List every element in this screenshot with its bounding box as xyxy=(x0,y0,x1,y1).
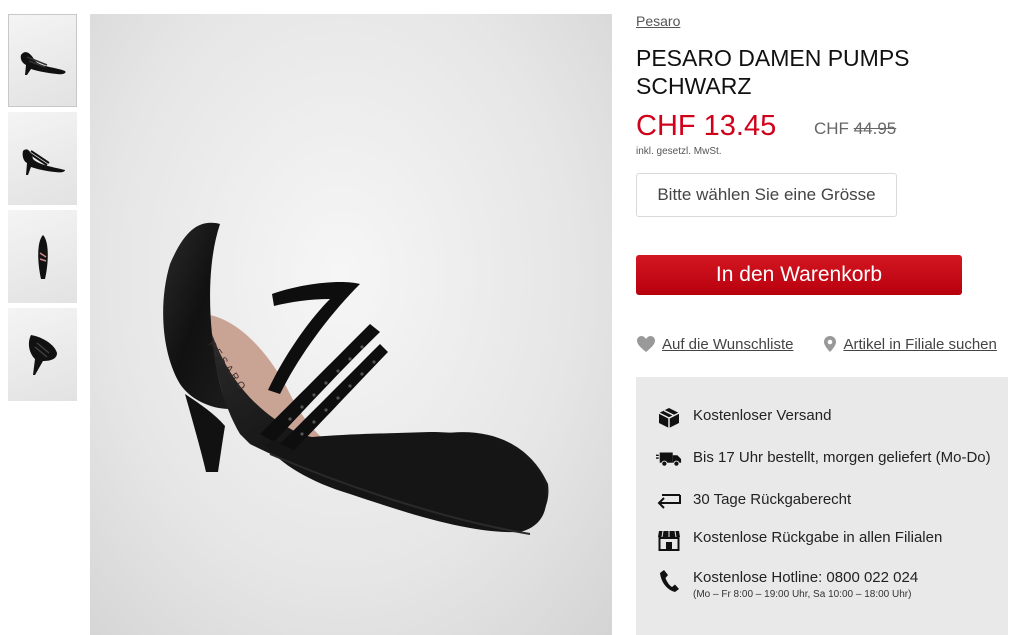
shoe-thumbnail-top xyxy=(37,234,48,279)
wishlist-link-wrap[interactable]: Auf die Wunschliste xyxy=(636,335,793,353)
benefit-text: Kostenlose Rückgabe in allen Filialen xyxy=(693,529,943,546)
add-to-cart-button[interactable]: In den Warenkorb xyxy=(636,255,962,295)
phone-icon xyxy=(660,570,679,592)
store-search-link-wrap[interactable]: Artikel in Filiale suchen xyxy=(823,335,997,353)
shoe-image: PESARO xyxy=(163,222,549,535)
benefit-free-shipping: Kostenloser Versand xyxy=(656,407,831,429)
heart-icon xyxy=(637,336,655,352)
thumbnail-list xyxy=(8,14,77,406)
benefits-panel: Kostenloser Versand Bis 17 Uhr bestellt,… xyxy=(636,377,1008,635)
add-to-cart-label: In den Warenkorb xyxy=(715,263,883,286)
benefit-store-return: Kostenlose Rückgabe in allen Filialen xyxy=(656,529,942,551)
main-product-image[interactable]: PESARO xyxy=(90,14,612,635)
store-search-link[interactable]: Artikel in Filiale suchen xyxy=(843,336,996,353)
wishlist-link[interactable]: Auf die Wunschliste xyxy=(662,336,793,353)
action-links: Auf die Wunschliste Artikel in Filiale s… xyxy=(636,335,997,353)
size-select-placeholder: Bitte wählen Sie eine Grösse xyxy=(657,185,876,204)
truck-icon xyxy=(656,452,682,467)
current-price: CHF 13.45 xyxy=(636,110,777,142)
benefit-text: 30 Tage Rückgaberecht xyxy=(693,491,852,508)
thumbnail-1[interactable] xyxy=(8,14,77,107)
thumbnail-3[interactable] xyxy=(8,210,77,303)
thumbnail-4[interactable] xyxy=(8,308,77,401)
shoe-thumbnail-back xyxy=(28,334,57,375)
old-price-currency: CHF xyxy=(814,119,849,138)
benefit-text: Kostenlose Hotline: 0800 022 024 xyxy=(693,569,919,586)
size-select[interactable]: Bitte wählen Sie eine Grösse xyxy=(636,173,897,217)
thumbnail-2[interactable] xyxy=(8,112,77,205)
old-price: CHF 44.95 xyxy=(814,119,896,139)
hotline-hours: (Mo – Fr 8:00 – 19:00 Uhr, Sa 10:00 – 18… xyxy=(693,589,912,600)
return-arrow-icon xyxy=(657,494,681,509)
shoe-thumbnail-side xyxy=(20,51,66,75)
old-price-value: 44.95 xyxy=(853,119,897,138)
location-pin-icon xyxy=(824,336,837,352)
benefit-hotline: Kostenlose Hotline: 0800 022 024 (Mo – F… xyxy=(656,569,918,600)
shoe-thumbnail-profile xyxy=(22,148,65,175)
tax-note: inkl. gesetzl. MwSt. xyxy=(636,146,722,157)
benefit-next-day: Bis 17 Uhr bestellt, morgen geliefert (M… xyxy=(656,449,991,469)
brand-link[interactable]: Pesaro xyxy=(636,13,680,29)
benefit-return-policy: 30 Tage Rückgaberecht xyxy=(656,491,851,509)
product-title: PESARO DAMEN PUMPS SCHWARZ xyxy=(636,45,910,99)
benefit-text: Bis 17 Uhr bestellt, morgen geliefert (M… xyxy=(693,449,991,466)
package-icon xyxy=(658,408,680,428)
benefit-text: Kostenloser Versand xyxy=(693,407,832,424)
store-icon xyxy=(658,530,680,551)
